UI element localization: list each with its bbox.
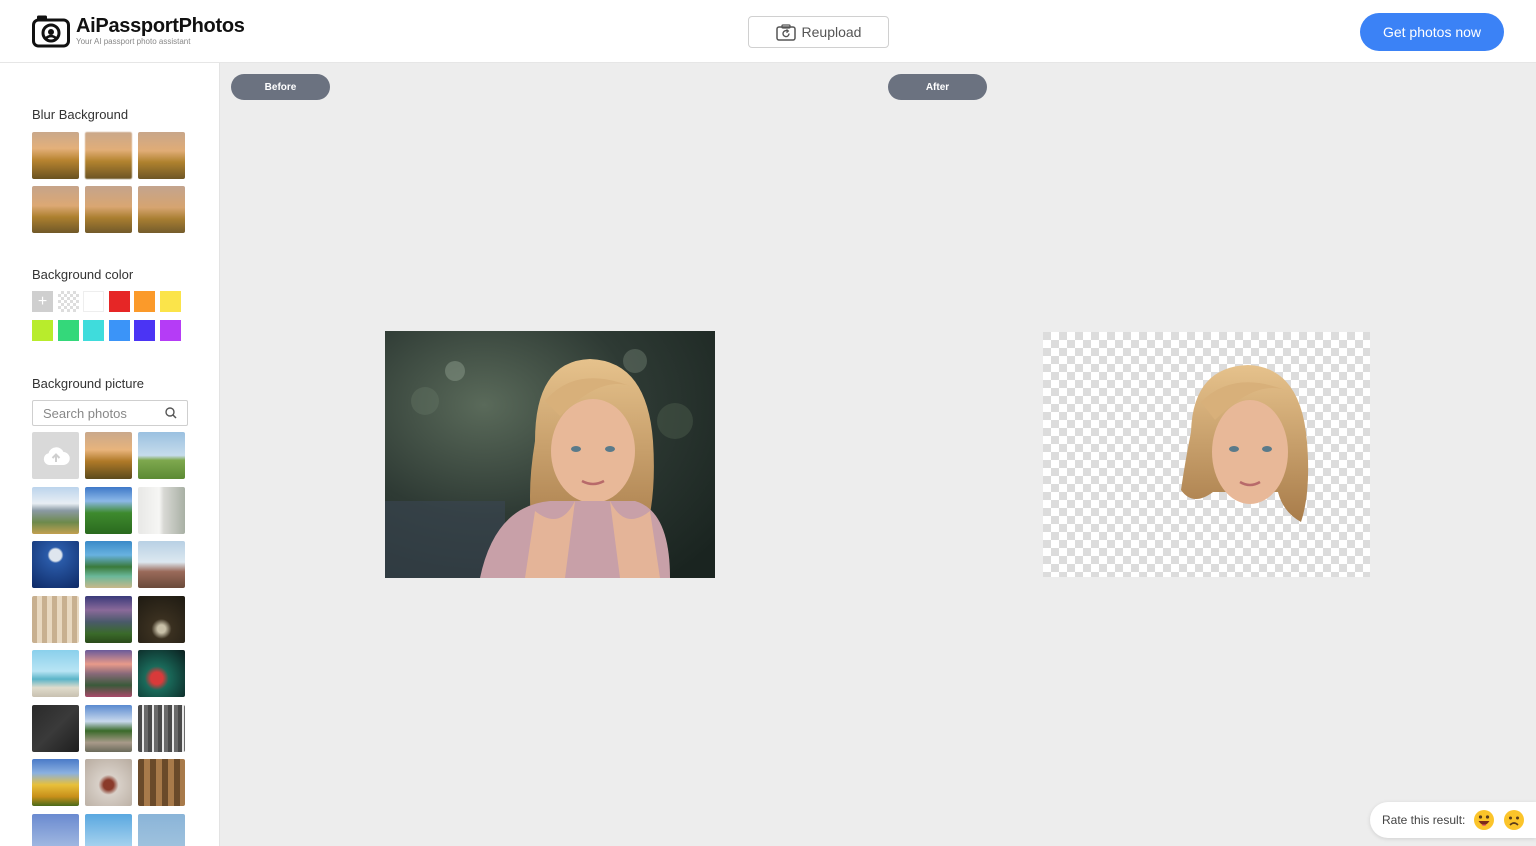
camera-reload-icon (775, 23, 796, 41)
add-color-swatch[interactable]: + (32, 291, 53, 312)
picture-neon-plant[interactable] (138, 650, 185, 697)
picture-tree-car[interactable] (85, 541, 132, 588)
picture-hallway[interactable] (85, 759, 132, 806)
background-color-title: Background color (32, 267, 134, 282)
before-photo (385, 331, 715, 578)
background-picture-grid (32, 432, 185, 846)
cloud-upload-icon (43, 446, 70, 465)
blur-option-6[interactable] (138, 186, 185, 233)
picture-road[interactable] (85, 704, 132, 752)
blur-option-1[interactable] (32, 132, 79, 179)
background-picture-title: Background picture (32, 376, 145, 391)
blur-background-title: Blur Background (32, 107, 129, 122)
brand-name: AiPassportPhotos (76, 15, 245, 37)
after-tab[interactable]: After (888, 74, 987, 100)
search-icon[interactable] (165, 407, 177, 419)
sidebar: Blur Background Background color + Backg… (0, 63, 220, 846)
blur-background-options (32, 132, 185, 233)
camera-logo-icon (32, 15, 70, 48)
color-swatch-yellow[interactable] (159, 291, 181, 312)
picture-desert[interactable] (85, 432, 132, 479)
blur-option-3[interactable] (138, 132, 185, 179)
get-photos-now-button[interactable]: Get photos now (1360, 13, 1504, 51)
picture-sky[interactable] (32, 813, 79, 846)
sad-face-icon[interactable] (1503, 809, 1525, 831)
picture-green-hills[interactable] (85, 486, 132, 534)
transparent-swatch[interactable] (57, 291, 79, 312)
picture-flower-field[interactable] (85, 650, 132, 697)
color-swatch-green[interactable] (57, 320, 79, 341)
color-swatch-white[interactable] (83, 291, 104, 312)
picture-curtains[interactable] (32, 595, 79, 643)
header: AiPassportPhotos Your AI passport photo … (0, 0, 1536, 63)
picture-beach[interactable] (32, 650, 79, 697)
plus-icon: + (37, 292, 48, 310)
upload-picture-button[interactable] (32, 432, 79, 479)
picture-field-tree[interactable] (138, 432, 185, 479)
picture-mountain[interactable] (32, 486, 79, 534)
before-tab[interactable]: Before (231, 74, 330, 100)
blur-option-2[interactable] (85, 132, 132, 179)
blur-option-4[interactable] (32, 186, 79, 233)
picture-field[interactable] (138, 541, 185, 588)
picture-moon[interactable] (32, 541, 79, 588)
picture-clouds[interactable] (85, 813, 132, 846)
picture-columns[interactable] (138, 759, 185, 806)
color-swatch-purple[interactable] (159, 320, 181, 341)
picture-sunset-mountains[interactable] (85, 595, 132, 643)
picture-birch-forest[interactable] (138, 704, 185, 752)
color-swatch-blue[interactable] (108, 320, 130, 341)
after-photo (1043, 332, 1370, 577)
blur-option-5[interactable] (85, 186, 132, 233)
color-swatch-orange[interactable] (134, 291, 155, 312)
color-swatch-indigo[interactable] (134, 320, 155, 341)
brand-tagline: Your AI passport photo assistant (76, 37, 191, 46)
rate-result-label: Rate this result: (1382, 813, 1466, 827)
picture-tulips[interactable] (32, 759, 79, 806)
happy-face-icon[interactable] (1473, 809, 1495, 831)
search-photos-box (32, 400, 188, 426)
color-swatch-red[interactable] (108, 291, 130, 312)
reupload-label: Reupload (801, 24, 862, 40)
background-color-swatches: + (32, 291, 181, 341)
color-swatch-cyan[interactable] (83, 320, 104, 341)
color-swatch-lime[interactable] (32, 320, 53, 341)
picture-chalkboard[interactable] (32, 704, 79, 752)
brand-logo[interactable]: AiPassportPhotos Your AI passport photo … (32, 14, 245, 48)
picture-lake[interactable] (138, 813, 185, 846)
reupload-button[interactable]: Reupload (748, 16, 889, 48)
rate-result-widget: Rate this result: (1370, 802, 1536, 838)
search-photos-input[interactable] (41, 404, 165, 422)
picture-interior[interactable] (138, 486, 185, 534)
picture-forest-bench[interactable] (138, 595, 185, 643)
